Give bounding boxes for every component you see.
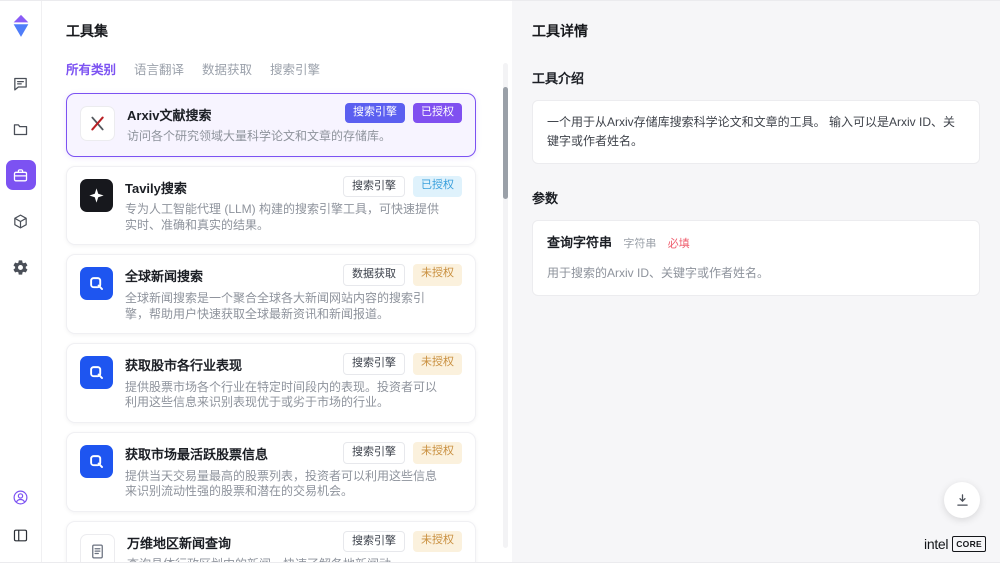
app-logo-icon: [10, 14, 32, 38]
settings-gear-icon[interactable]: [6, 252, 36, 282]
arxiv-icon: [80, 106, 115, 141]
download-button[interactable]: [944, 482, 980, 518]
tab-search-engine[interactable]: 搜索引擎: [270, 59, 320, 78]
tool-card-description: 全球新闻搜索是一个聚合全球各大新闻网站内容的搜索引擎，帮助用户快速获取全球最新资…: [125, 291, 462, 322]
tool-card-regional-news[interactable]: 万维地区新闻查询 搜索引擎 未授权 查询具体行政区划内的新闻，快速了解各地新闻动: [66, 521, 476, 563]
tool-card-description: 提供股票市场各个行业在特定时间段内的表现。投资者可以利用这些信息来识别表现优于或…: [125, 380, 462, 411]
tool-card-title: 全球新闻搜索: [125, 264, 343, 285]
auth-status-badge: 未授权: [413, 531, 462, 553]
intel-core-logo: intel CORE: [924, 536, 986, 552]
category-badge: 搜索引擎: [343, 176, 405, 198]
tool-card-active-stocks[interactable]: 获取市场最活跃股票信息 搜索引擎 未授权 提供当天交易量最高的股票列表，投资者可…: [66, 432, 476, 512]
auth-status-badge: 未授权: [413, 442, 462, 464]
list-scrollbar: [503, 63, 508, 548]
category-badge: 搜索引擎: [343, 531, 405, 553]
param-header: 查询字符串 字符串 必填: [547, 233, 965, 254]
tab-all-categories[interactable]: 所有类别: [66, 59, 116, 78]
tool-card-title: 获取市场最活跃股票信息: [125, 442, 343, 463]
tool-intro-text: 一个用于从Arxiv存储库搜索科学论文和文章的工具。 输入可以是Arxiv ID…: [532, 100, 980, 164]
core-wordmark: CORE: [952, 536, 986, 552]
tool-card-arxiv[interactable]: Arxiv文献搜索 搜索引擎 已授权 访问各个研究领域大量科学论文和文章的存储库…: [66, 93, 476, 157]
param-description: 用于搜索的Arxiv ID、关键字或作者姓名。: [547, 264, 965, 283]
panel-toggle-icon[interactable]: [6, 520, 36, 550]
tool-card-title: 万维地区新闻查询: [127, 531, 343, 552]
chat-icon[interactable]: [6, 68, 36, 98]
news-search-icon: [80, 445, 113, 478]
tab-translation[interactable]: 语言翻译: [134, 59, 184, 78]
tool-list-panel: 工具集 所有类别 语言翻译 数据获取 搜索引擎 Arxiv文: [42, 1, 512, 562]
user-avatar-icon[interactable]: [6, 482, 36, 512]
tool-card-description: 访问各个研究领域大量科学论文和文章的存储库。: [127, 129, 462, 145]
category-badge: 搜索引擎: [343, 442, 405, 464]
tool-card-title: Tavily搜索: [125, 176, 343, 197]
intel-wordmark: intel: [924, 536, 948, 552]
category-badge: 搜索引擎: [345, 103, 405, 123]
tool-list-title: 工具集: [66, 21, 488, 41]
auth-status-badge: 未授权: [413, 264, 462, 286]
tool-card-list: Arxiv文献搜索 搜索引擎 已授权 访问各个研究领域大量科学论文和文章的存储库…: [42, 93, 512, 563]
icon-rail: [0, 1, 42, 562]
document-icon: [80, 534, 115, 563]
tool-card-title: 获取股市各行业表现: [125, 353, 343, 374]
tool-card-description: 提供当天交易量最高的股票列表，投资者可以利用这些信息来识别流动性强的股票和潜在的…: [125, 469, 462, 500]
category-tabs: 所有类别 语言翻译 数据获取 搜索引擎: [66, 59, 488, 78]
intro-section-label: 工具介绍: [532, 68, 980, 87]
detail-title: 工具详情: [532, 21, 980, 41]
app-window: 工具集 所有类别 语言翻译 数据获取 搜索引擎 Arxiv文: [0, 0, 1000, 563]
category-badge: 搜索引擎: [343, 353, 405, 375]
package-icon[interactable]: [6, 206, 36, 236]
tool-card-description: 查询具体行政区划内的新闻，快速了解各地新闻动: [127, 557, 462, 563]
param-name: 查询字符串: [547, 235, 612, 250]
sparkle-icon: [80, 179, 113, 212]
auth-status-badge: 已授权: [413, 103, 462, 123]
download-icon: [954, 492, 971, 509]
param-required-badge: 必填: [668, 238, 690, 250]
category-badge: 数据获取: [343, 264, 405, 286]
param-card: 查询字符串 字符串 必填 用于搜索的Arxiv ID、关键字或作者姓名。: [532, 220, 980, 296]
tool-card-description: 专为人工智能代理 (LLM) 构建的搜索引擎工具，可快速提供实时、准确和真实的结…: [125, 202, 462, 233]
tool-card-sector-performance[interactable]: 获取股市各行业表现 搜索引擎 未授权 提供股票市场各个行业在特定时间段内的表现。…: [66, 343, 476, 423]
tool-detail-panel: 工具详情 工具介绍 一个用于从Arxiv存储库搜索科学论文和文章的工具。 输入可…: [512, 1, 1000, 562]
param-type: 字符串: [623, 238, 656, 250]
news-search-icon: [80, 267, 113, 300]
auth-status-badge: 未授权: [413, 353, 462, 375]
auth-status-badge: 已授权: [413, 176, 462, 198]
briefcase-icon[interactable]: [6, 160, 36, 190]
params-section-label: 参数: [532, 188, 980, 207]
tab-data-fetch[interactable]: 数据获取: [202, 59, 252, 78]
list-scrollbar-thumb[interactable]: [503, 87, 508, 199]
folder-icon[interactable]: [6, 114, 36, 144]
news-search-icon: [80, 356, 113, 389]
tool-card-global-news[interactable]: 全球新闻搜索 数据获取 未授权 全球新闻搜索是一个聚合全球各大新闻网站内容的搜索…: [66, 254, 476, 334]
tool-card-title: Arxiv文献搜索: [127, 103, 345, 124]
tool-card-tavily[interactable]: Tavily搜索 搜索引擎 已授权 专为人工智能代理 (LLM) 构建的搜索引擎…: [66, 166, 476, 246]
